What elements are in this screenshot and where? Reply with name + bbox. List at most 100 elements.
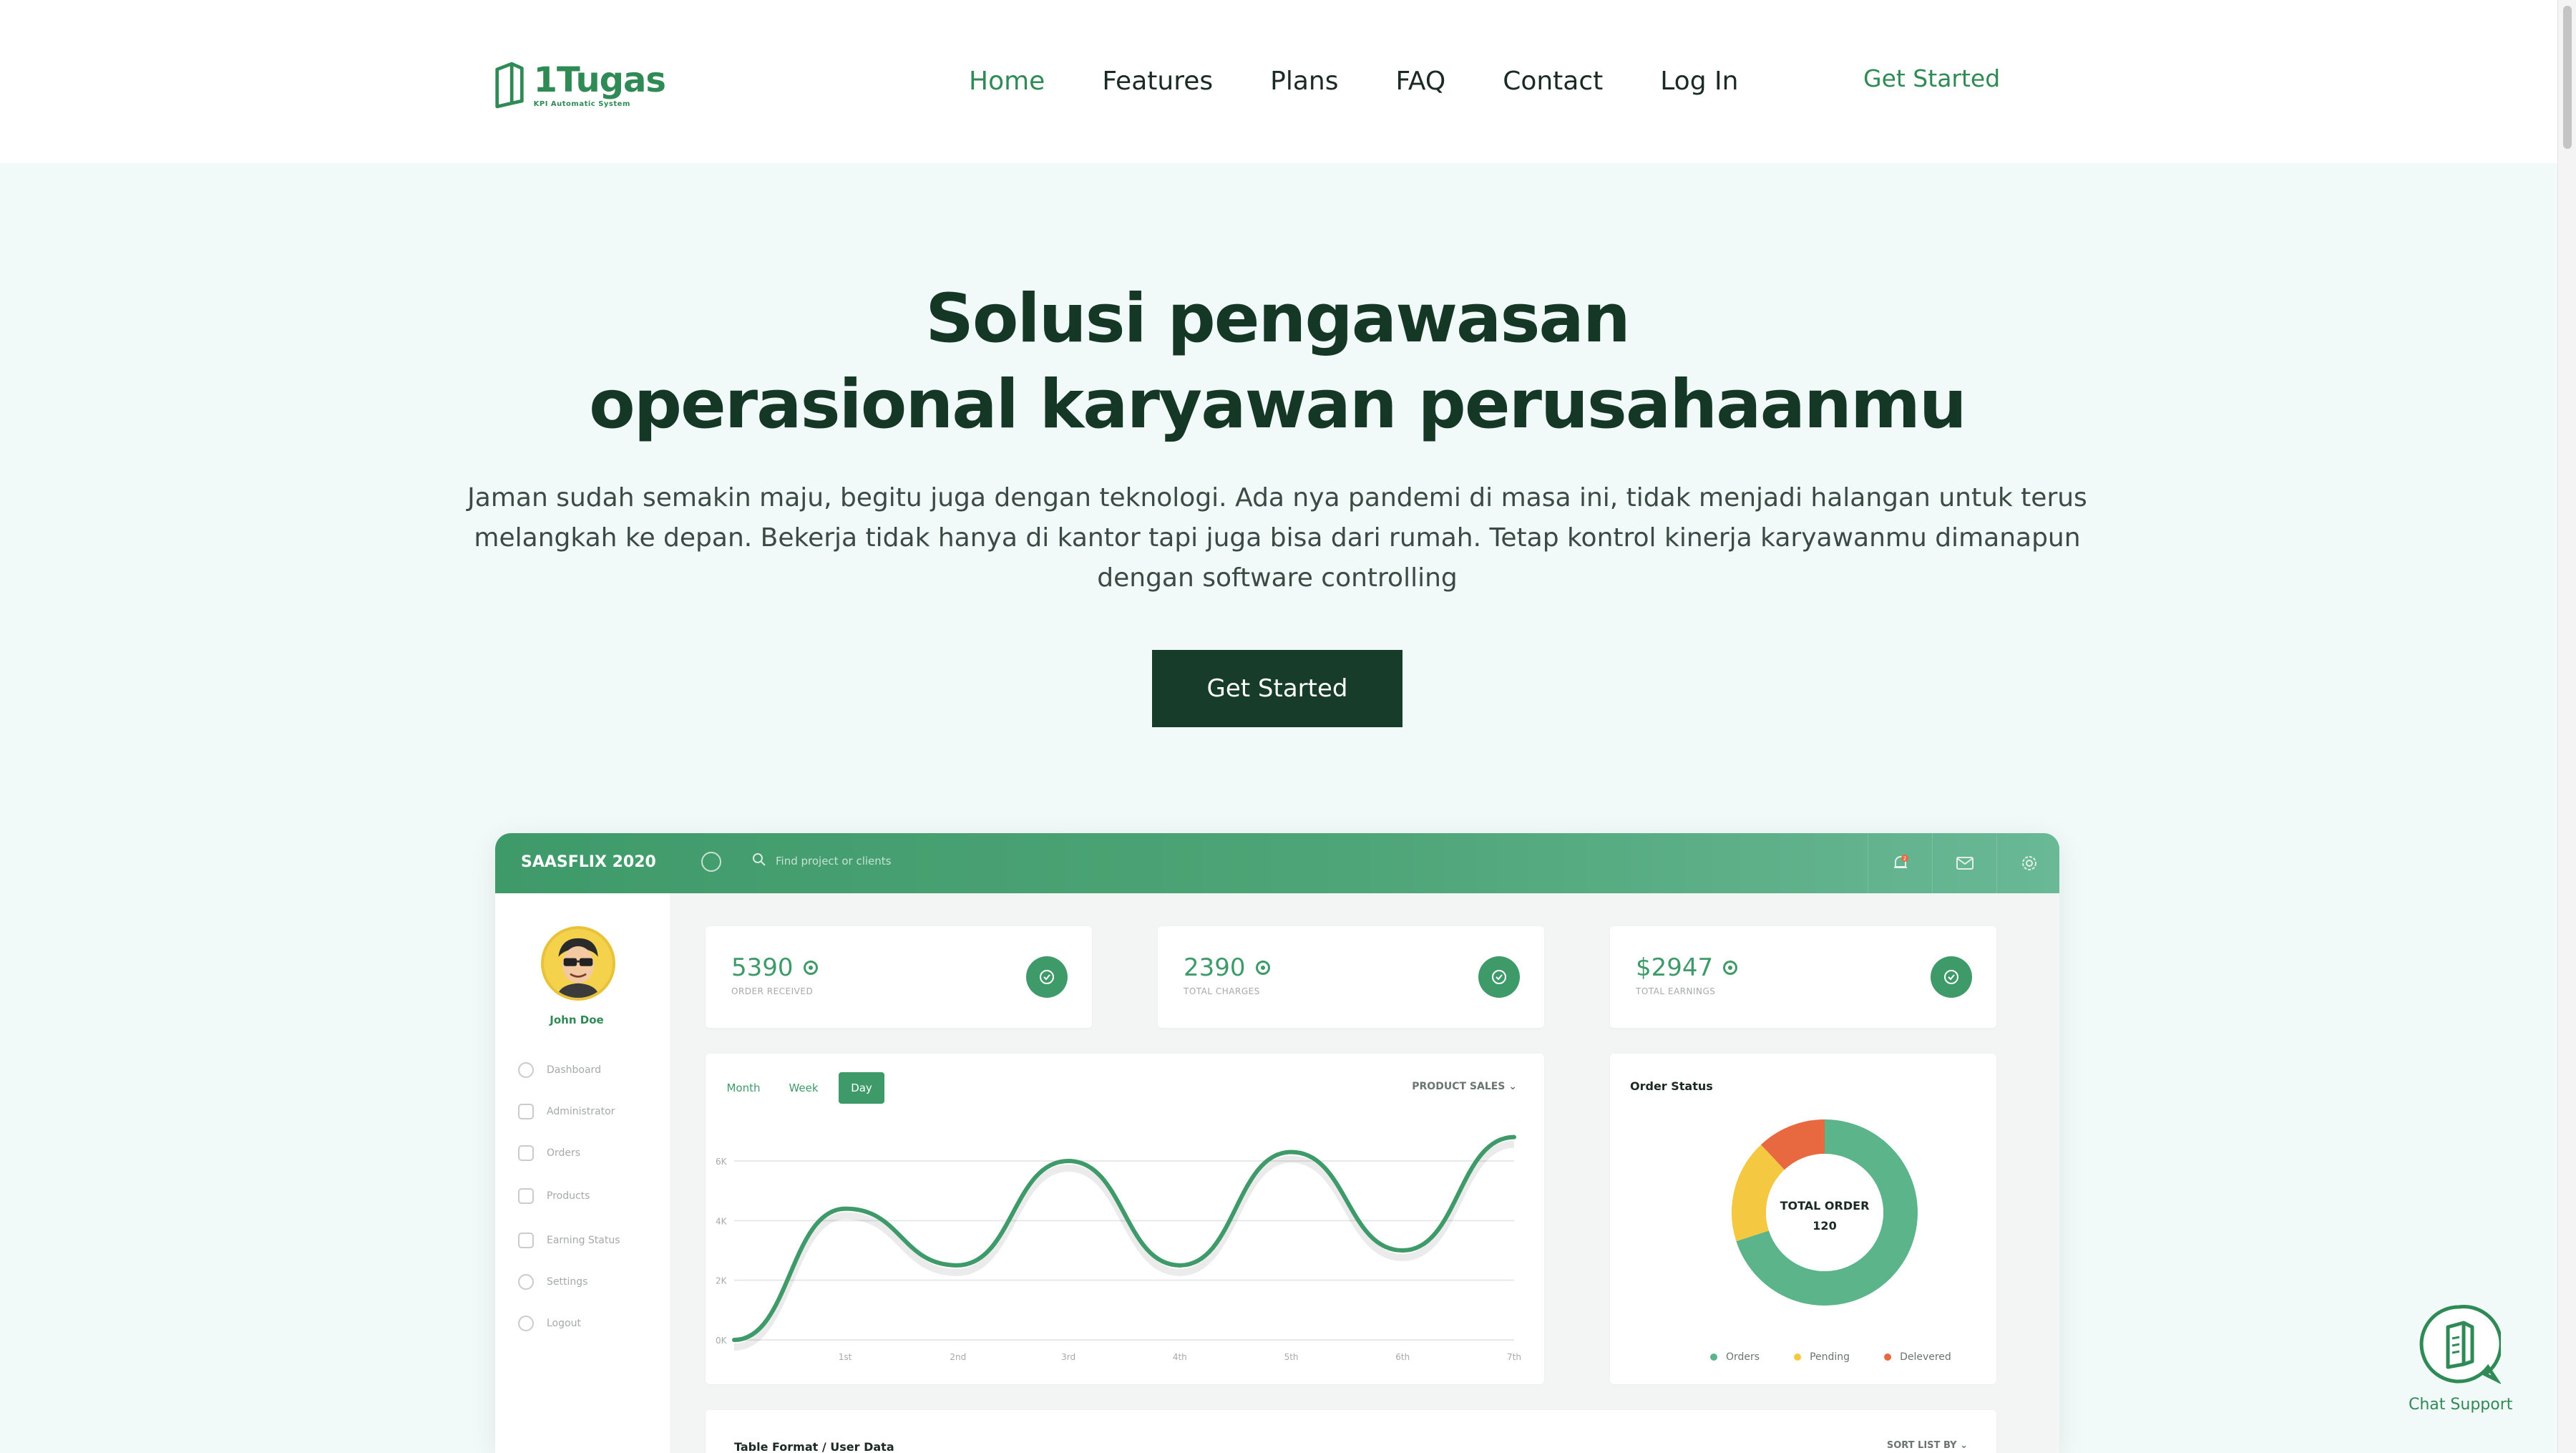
nav-features[interactable]: Features	[1102, 67, 1213, 96]
legend-item: Delevered	[1884, 1351, 1951, 1363]
x-tick-label: 1st	[839, 1352, 852, 1362]
y-tick-label: 6K	[716, 1157, 728, 1167]
nav-contact[interactable]: Contact	[1503, 67, 1603, 96]
sidebar-item-logout[interactable]: Logout	[518, 1316, 581, 1331]
stat-number: 2390	[1184, 953, 1246, 982]
x-tick-label: 2nd	[950, 1352, 966, 1362]
y-tick-label: 4K	[716, 1216, 728, 1226]
dashboard-icon	[518, 1062, 534, 1078]
chat-support-button[interactable]: Chat Support	[2409, 1303, 2513, 1414]
donut-center-value: 120	[1813, 1219, 1836, 1233]
donut-slice-delevered	[1761, 1119, 1825, 1170]
sales-chart-card: Month Week Day PRODUCT SALES ⌄ 0K 2K 4K 6K 1…	[706, 1054, 1544, 1384]
notification-button[interactable]: 2	[1868, 833, 1932, 893]
chevron-down-icon: ⌄	[1960, 1440, 1968, 1451]
settings-button[interactable]	[1996, 833, 2059, 893]
stat-label: TOTAL CHARGES	[1184, 986, 1260, 996]
search-icon	[753, 853, 766, 866]
hero-title-line2: operasional karyawan perusahaanmu	[589, 366, 1967, 444]
nav-get-started-button[interactable]: Get Started	[1863, 64, 2000, 92]
hand-coin-icon	[518, 1233, 534, 1248]
clipboard-icon	[518, 1145, 534, 1161]
box-icon	[518, 1188, 534, 1204]
hero-get-started-button[interactable]: Get Started	[1152, 650, 1402, 727]
sidebar-item-administrator[interactable]: Administrator	[518, 1104, 615, 1119]
nav-plans[interactable]: Plans	[1270, 67, 1338, 96]
brand-logo[interactable]: 1Tugas KPI Automatic System	[494, 53, 666, 117]
sidebar-item-label: Administrator	[547, 1106, 615, 1117]
stat-card-charges: 2390 TOTAL CHARGES	[1158, 926, 1544, 1028]
stat-number: 5390	[731, 953, 794, 982]
mail-button[interactable]	[1932, 833, 1996, 893]
y-tick-label: 2K	[716, 1276, 728, 1286]
x-tick-label: 5th	[1284, 1352, 1299, 1362]
stat-value: $2947	[1636, 953, 1738, 982]
x-tick-label: 7th	[1507, 1352, 1521, 1362]
donut-center-label: TOTAL ORDER	[1780, 1199, 1870, 1213]
nav-home[interactable]: Home	[969, 67, 1045, 96]
sidebar-item-dashboard[interactable]: Dashboard	[518, 1062, 601, 1078]
notification-count: 2	[1903, 856, 1906, 862]
sidebar-item-earning-status[interactable]: Earning Status	[518, 1233, 620, 1248]
nav-login[interactable]: Log In	[1660, 67, 1738, 96]
sidebar-item-orders[interactable]: Orders	[518, 1145, 580, 1161]
sidebar-item-label: Orders	[547, 1147, 581, 1159]
chat-bubble-icon	[2419, 1305, 2503, 1385]
gear-icon	[2021, 856, 2036, 870]
y-tick-label: 0K	[716, 1336, 728, 1346]
chat-support-label: Chat Support	[2409, 1396, 2513, 1414]
users-icon	[518, 1104, 534, 1119]
donut-hole	[1766, 1154, 1883, 1271]
avatar[interactable]	[541, 926, 615, 1001]
main-nav: Home Features Plans FAQ Contact Log In	[969, 63, 1795, 99]
sidebar-item-settings[interactable]: Settings	[518, 1274, 587, 1290]
sidebar-item-label: Settings	[547, 1276, 588, 1288]
sort-label: SORT LIST BY	[1886, 1440, 1957, 1451]
scrollbar-thumb[interactable]	[2563, 6, 2572, 149]
x-tick-label: 6th	[1395, 1352, 1410, 1362]
dashboard-preview: SAASFLIX 2020 Find project or clients 2	[495, 833, 2059, 1453]
legend-label: Pending	[1810, 1351, 1850, 1363]
legend-label: Orders	[1726, 1351, 1760, 1363]
order-status-donut: TOTAL ORDER 120	[1732, 1119, 1918, 1306]
stat-value: 2390	[1184, 953, 1270, 982]
stat-label: TOTAL EARNINGS	[1636, 986, 1716, 996]
check-icon	[1931, 956, 1972, 998]
stat-label: ORDER RECEIVED	[731, 986, 814, 996]
donut-legend: Orders Pending Delevered	[1710, 1351, 1986, 1363]
sidebar-item-label: Earning Status	[547, 1235, 620, 1246]
target-icon	[1723, 961, 1738, 975]
stat-value: 5390	[731, 953, 818, 982]
sidebar-item-products[interactable]: Products	[518, 1188, 590, 1204]
sidebar-item-label: Logout	[547, 1318, 581, 1329]
logo-icon	[495, 62, 524, 109]
x-tick-label: 3rd	[1061, 1352, 1075, 1362]
legend-dot	[1710, 1354, 1717, 1361]
nav-faq[interactable]: FAQ	[1395, 67, 1445, 96]
brand-tagline: KPI Automatic System	[533, 99, 630, 108]
legend-label: Delevered	[1900, 1351, 1951, 1363]
brand-name: 1Tugas	[533, 59, 666, 100]
dashboard-search-input[interactable]: Find project or clients	[776, 855, 891, 868]
dashboard-sidebar: John Doe Dashboard Administrator Orders …	[495, 893, 670, 1453]
hero-description: Jaman sudah semakin maju, begitu juga de…	[467, 483, 2087, 593]
dashboard-brand: SAASFLIX 2020	[521, 853, 656, 871]
legend-item: Pending	[1794, 1351, 1850, 1363]
user-avatar-icon	[557, 938, 600, 998]
hero-title: Solusi pengawasan operasional karyawan p…	[429, 276, 2125, 448]
sidebar-item-label: Dashboard	[547, 1064, 601, 1076]
series-line	[732, 1134, 1516, 1342]
stat-number: $2947	[1636, 953, 1714, 982]
mail-icon	[1956, 857, 1974, 870]
stat-card-earnings: $2947 TOTAL EARNINGS	[1610, 926, 1996, 1028]
stat-card-orders: 5390 ORDER RECEIVED	[706, 926, 1092, 1028]
navbar: 1Tugas KPI Automatic System Home Feature…	[0, 0, 2557, 163]
logout-icon	[518, 1316, 534, 1331]
sort-list-dropdown[interactable]: SORT LIST BY ⌄	[1887, 1440, 1968, 1451]
target-icon	[803, 961, 818, 975]
sidebar-item-label: Products	[547, 1190, 590, 1202]
page-scrollbar[interactable]	[2557, 0, 2576, 1453]
back-icon[interactable]	[701, 852, 721, 872]
check-icon	[1026, 956, 1068, 998]
check-icon	[1478, 956, 1520, 998]
